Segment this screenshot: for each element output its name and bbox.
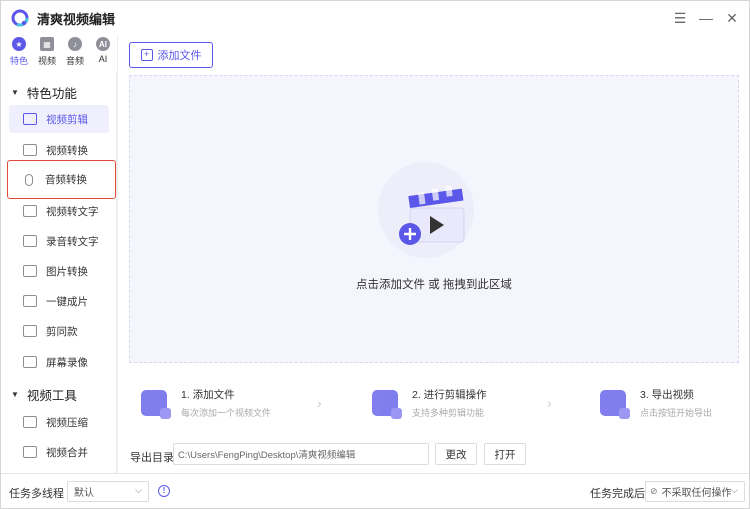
close-icon[interactable]: ✕ xyxy=(721,8,743,28)
chevron-right-icon: › xyxy=(547,395,552,411)
tab-audio-label: 音频 xyxy=(65,56,84,66)
merge-icon xyxy=(23,446,37,458)
step-title: 3. 导出视频 xyxy=(640,389,694,401)
sidebar-item-screen-record[interactable]: 屏幕录像 xyxy=(9,348,109,376)
clapperboard-icon xyxy=(399,186,465,245)
drop-zone-text: 点击添加文件 或 拖拽到此区域 xyxy=(356,279,512,291)
sidebar-item-label: 图片转换 xyxy=(46,265,88,278)
film-reel-icon xyxy=(23,113,37,125)
tab-video[interactable]: ▦ 视频 xyxy=(33,37,61,71)
sidebar-item-video-to-text[interactable]: 视频转文字 xyxy=(9,197,109,225)
caret-down-icon: ▼ xyxy=(11,88,19,97)
title-bar: 清爽视频编辑 ☰ — ✕ xyxy=(1,1,749,35)
sidebar-item-label: 视频转文字 xyxy=(46,205,99,218)
file-drop-zone[interactable]: 点击添加文件 或 拖拽到此区域 xyxy=(129,75,739,363)
sidebar-item-label: 视频转换 xyxy=(46,144,88,157)
sidebar-item-label: 视频合并 xyxy=(46,446,88,459)
step-subtitle: 点击按钮开始导出 xyxy=(640,408,713,418)
after-task-label: 任务完成后 xyxy=(590,488,645,500)
tab-ai[interactable]: AI AI xyxy=(89,37,117,71)
threads-label: 任务多线程 xyxy=(9,488,64,500)
sidebar-item-label: 视频剪辑 xyxy=(46,113,88,126)
microphone-icon xyxy=(25,173,33,186)
sidebar-item-one-click[interactable]: 一键成片 xyxy=(9,287,109,315)
group-video-tools-label: 视频工具 xyxy=(26,389,77,403)
tab-featured-label: 特色 xyxy=(9,56,28,66)
sidebar-item-label: 一键成片 xyxy=(46,295,88,308)
template-icon xyxy=(23,325,37,337)
one-click-icon xyxy=(23,295,37,307)
sidebar-item-label: 屏幕录像 xyxy=(46,356,88,369)
add-file-button[interactable]: + 添加文件 xyxy=(129,42,213,68)
film-icon: ▦ xyxy=(40,37,54,51)
workflow-steps: 1. 添加文件 每次添加一个视频文件 › 2. 进行剪辑操作 支持多种剪辑功能 … xyxy=(129,387,739,433)
tab-audio[interactable]: ♪ 音频 xyxy=(61,37,89,71)
sidebar-item-audio-to-text[interactable]: 录音转文字 xyxy=(9,227,109,255)
block-icon: ⊘ xyxy=(650,486,658,496)
sidebar-item-label: 剪同款 xyxy=(46,325,78,338)
category-tabs: ★ 特色 ▦ 视频 ♪ 音频 AI AI xyxy=(1,37,117,71)
caret-down-icon: ▼ xyxy=(11,390,19,399)
sidebar-item-video-merge[interactable]: 视频合并 xyxy=(9,438,109,466)
sidebar-item-label: 录音转文字 xyxy=(46,235,99,248)
audio-text-icon xyxy=(23,235,37,247)
group-video-tools[interactable]: ▼ 视频工具 xyxy=(11,385,77,404)
sidebar-item-video-edit[interactable]: 视频剪辑 xyxy=(9,105,109,133)
compress-icon xyxy=(23,416,37,428)
menu-icon[interactable]: ☰ xyxy=(669,8,691,28)
step-export: 3. 导出视频 点击按钮开始导出 xyxy=(600,387,712,419)
sidebar-item-label: 视频压缩 xyxy=(46,416,88,429)
app-logo-icon xyxy=(11,9,29,27)
image-icon xyxy=(23,265,37,277)
app-title: 清爽视频编辑 xyxy=(37,11,116,27)
window-controls: ☰ — ✕ xyxy=(669,8,743,28)
sidebar-item-video-compress[interactable]: 视频压缩 xyxy=(9,408,109,436)
export-step-icon xyxy=(600,390,630,419)
music-icon: ♪ xyxy=(68,37,82,51)
tab-featured[interactable]: ★ 特色 xyxy=(5,37,33,71)
main-divider xyxy=(117,35,118,473)
ai-icon: AI xyxy=(96,37,110,51)
info-icon[interactable]: ! xyxy=(158,485,170,497)
step-subtitle: 每次添加一个视频文件 xyxy=(181,408,272,418)
group-featured-functions[interactable]: ▼ 特色功能 xyxy=(11,83,77,102)
sidebar-item-label: 音频转换 xyxy=(45,174,87,186)
output-path-field[interactable] xyxy=(173,443,429,465)
sidebar-item-audio-convert[interactable]: 音频转换 xyxy=(7,160,116,199)
step-title: 2. 进行剪辑操作 xyxy=(412,389,487,401)
group-featured-label: 特色功能 xyxy=(26,87,77,101)
bottom-bar: 任务多线程 默认 ⌵ ! 任务完成后 ⊘ 不采取任何操作 ⌵ xyxy=(1,473,749,508)
chevron-right-icon: › xyxy=(317,395,322,411)
step-subtitle: 支持多种剪辑功能 xyxy=(412,408,485,418)
video-convert-icon xyxy=(23,144,37,156)
tab-ai-label: AI xyxy=(98,54,108,64)
edit-step-icon xyxy=(372,390,402,419)
sidebar-item-image-convert[interactable]: 图片转换 xyxy=(9,257,109,285)
star-icon: ★ xyxy=(12,37,26,51)
step-title: 1. 添加文件 xyxy=(181,389,235,401)
screen-record-icon xyxy=(23,356,37,368)
tab-video-label: 视频 xyxy=(37,56,56,66)
change-dir-button[interactable]: 更改 xyxy=(435,443,477,465)
add-file-step-icon xyxy=(141,390,171,419)
chevron-down-icon: ⌵ xyxy=(135,485,142,495)
add-file-icon: + xyxy=(140,49,153,61)
sidebar: ▼ 特色功能 视频剪辑 视频转换 音频转换 视频转文字 录音转文字 图片转换 一… xyxy=(1,73,117,473)
app-window: 清爽视频编辑 ☰ — ✕ ★ 特色 ▦ 视频 ♪ 音频 AI AI ▼ 特色功能 xyxy=(0,0,750,509)
step-add-file: 1. 添加文件 每次添加一个视频文件 xyxy=(141,387,271,419)
chevron-down-icon: ⌵ xyxy=(731,485,738,495)
sidebar-item-template[interactable]: 剪同款 xyxy=(9,317,109,345)
open-dir-button[interactable]: 打开 xyxy=(484,443,526,465)
threads-select[interactable]: 默认 ⌵ xyxy=(67,481,149,502)
output-dir-label: 导出目录 xyxy=(130,452,174,464)
add-file-label: 添加文件 xyxy=(157,50,202,62)
minimize-icon[interactable]: — xyxy=(695,8,717,28)
video-text-icon xyxy=(23,205,37,217)
after-task-select[interactable]: ⊘ 不采取任何操作 ⌵ xyxy=(645,481,745,502)
step-edit: 2. 进行剪辑操作 支持多种剪辑功能 xyxy=(372,387,487,419)
after-task-value: 不采取任何操作 xyxy=(661,488,732,499)
threads-value: 默认 xyxy=(74,488,94,499)
